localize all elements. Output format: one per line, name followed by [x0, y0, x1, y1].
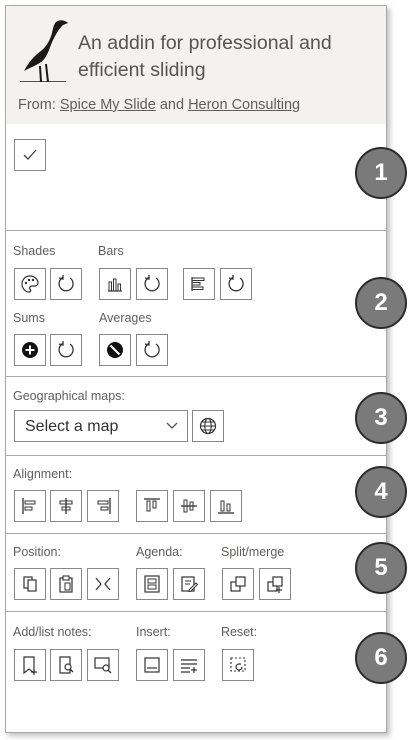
callout-6: 6: [355, 632, 407, 684]
align-top-button[interactable]: [136, 490, 168, 522]
swap-position-button[interactable]: [87, 568, 119, 600]
plus-circle-icon: [22, 342, 38, 358]
bars-label: Bars: [98, 244, 124, 258]
bars-reset-button[interactable]: [136, 268, 168, 300]
averages-label: Averages: [99, 311, 152, 325]
merge-icon: [267, 576, 283, 593]
insert-text-icon: [181, 659, 197, 673]
split-icon: [230, 576, 246, 592]
list-notes-button[interactable]: [87, 649, 119, 681]
copy-icon: [23, 576, 37, 592]
align-left-button[interactable]: [14, 490, 46, 522]
horizontal-bars-reset-button[interactable]: [220, 268, 252, 300]
bar-chart-icon: [191, 277, 205, 291]
check-button[interactable]: [14, 139, 46, 171]
agenda-button[interactable]: [136, 568, 168, 600]
checkmark-icon: [23, 149, 37, 160]
add-list-notes-label: Add/list notes:: [13, 625, 92, 639]
align-left-icon: [22, 498, 36, 514]
divider: [6, 376, 386, 377]
heron-consulting-link[interactable]: Heron Consulting: [188, 97, 300, 113]
callout-2: 2: [355, 277, 407, 329]
swap-icon: [95, 577, 111, 591]
align-middle-button[interactable]: [173, 490, 205, 522]
shades-button[interactable]: [14, 268, 46, 300]
refresh-icon: [58, 341, 74, 358]
sums-label: Sums: [13, 311, 45, 325]
refresh-icon: [228, 275, 244, 292]
agenda-icon: [144, 575, 160, 593]
globe-icon: [199, 417, 217, 435]
heron-logo-icon: [16, 16, 70, 87]
align-bottom-button[interactable]: [210, 490, 242, 522]
map-select-value: Select a map: [25, 418, 119, 435]
divider: [6, 230, 386, 231]
tagline: An addin for professional and efficient …: [78, 32, 332, 81]
refresh-icon: [144, 275, 160, 292]
align-middle-icon: [181, 499, 197, 513]
paste-position-button[interactable]: [50, 568, 82, 600]
reset-slide-icon: [230, 657, 246, 672]
align-right-button[interactable]: [87, 490, 119, 522]
callout-1: 1: [355, 147, 407, 199]
spice-my-slide-link[interactable]: Spice My Slide: [60, 97, 156, 113]
copy-position-button[interactable]: [14, 568, 46, 600]
maps-label: Geographical maps:: [13, 389, 125, 403]
reset-slide-button[interactable]: [222, 649, 254, 681]
divider: [6, 533, 386, 534]
merge-button[interactable]: [259, 568, 291, 600]
averages-reset-button[interactable]: [136, 334, 168, 366]
and-label: and: [159, 97, 185, 113]
insert-label: Insert:: [136, 625, 171, 639]
paste-icon: [59, 575, 73, 593]
horizontal-bars-button[interactable]: [183, 268, 215, 300]
taskpane: An addin for professional and efficient …: [5, 5, 387, 733]
refresh-icon: [58, 275, 74, 292]
callout-4: 4: [355, 466, 407, 518]
palette-icon: [21, 275, 39, 293]
slide-icon: [144, 657, 160, 673]
comments-search-icon: [94, 657, 112, 674]
from-line: From: Spice My Slide and Heron Consultin…: [18, 97, 300, 113]
align-center-icon: [59, 498, 73, 514]
agenda-label: Agenda:: [136, 545, 183, 559]
callout-3: 3: [355, 392, 407, 444]
add-note-button[interactable]: [14, 649, 46, 681]
edit-list-icon: [181, 576, 199, 592]
split-button[interactable]: [222, 568, 254, 600]
agenda-edit-button[interactable]: [173, 568, 205, 600]
averages-button[interactable]: [99, 334, 131, 366]
divider: [6, 455, 386, 456]
average-circle-icon: [107, 342, 123, 358]
align-top-icon: [144, 498, 160, 512]
reset-label: Reset:: [221, 625, 258, 639]
add-note-icon: [23, 656, 37, 675]
divider: [6, 611, 386, 612]
map-globe-button[interactable]: [192, 410, 224, 442]
align-bottom-icon: [218, 500, 234, 514]
search-note-icon: [59, 656, 74, 674]
callout-5: 5: [355, 542, 407, 594]
shades-label: Shades: [13, 244, 56, 258]
chevron-down-icon: [165, 419, 179, 438]
insert-text-button[interactable]: [173, 649, 205, 681]
align-center-button[interactable]: [50, 490, 82, 522]
split-merge-label: Split/merge: [221, 545, 285, 559]
sums-reset-button[interactable]: [50, 334, 82, 366]
refresh-icon: [144, 341, 160, 358]
alignment-label: Alignment:: [13, 467, 73, 481]
insert-slide-button[interactable]: [136, 649, 168, 681]
from-label: From:: [18, 97, 56, 113]
map-select[interactable]: Select a map: [14, 410, 188, 442]
position-label: Position:: [13, 545, 61, 559]
find-note-button[interactable]: [50, 649, 82, 681]
shades-reset-button[interactable]: [50, 268, 82, 300]
align-right-icon: [97, 498, 111, 514]
header: An addin for professional and efficient …: [6, 6, 386, 124]
column-chart-icon: [108, 278, 122, 292]
bars-button[interactable]: [99, 268, 131, 300]
sums-button[interactable]: [14, 334, 46, 366]
